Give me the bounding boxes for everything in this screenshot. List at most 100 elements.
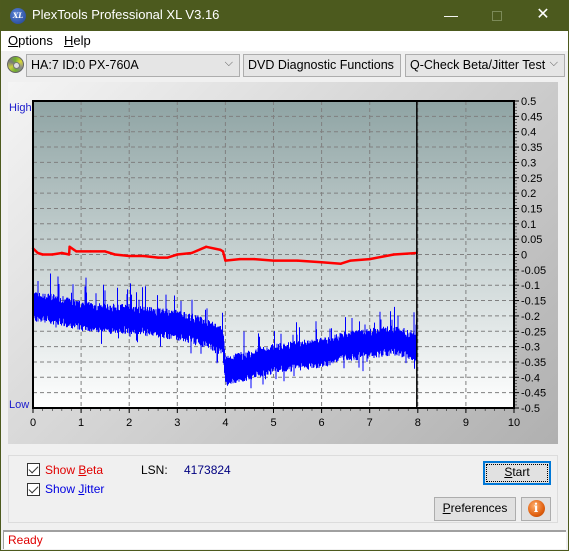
y-tick-label: -0.4 [521,372,540,384]
beta-jitter-chart: 0.5 0.45 0.4 0.35 0.3 0.25 0.2 0.15 0.1 0.05 0 -0.0… [9,96,546,429]
beta-point [113,253,116,256]
x-tick-label: 10 [508,417,520,429]
x-tick-label: 7 [367,417,373,429]
x-tick-label: 5 [270,417,276,429]
menu-options-mnemonic: O [8,33,19,48]
drive-select-value: HA:7 ID:0 PX-760A [31,58,139,72]
show-jitter-label[interactable]: Show Jitter [45,482,104,496]
y-tick-label: 0.1 [521,219,536,231]
toolbar: HA:7 ID:0 PX-760A ⌵ DVD Diagnostic Funct… [1,51,568,80]
beta-point [392,253,395,256]
y-axis: 0.5 0.45 0.4 0.35 0.3 0.25 0.2 0.15 0.1 0.05 0 -0.0… [514,96,546,415]
chart-panel: 0.5 0.45 0.4 0.35 0.3 0.25 0.2 0.15 0.1 0.05 0 -0.0… [8,82,558,444]
x-tick-label: 1 [78,417,84,429]
menu-options[interactable]: Options [8,33,53,48]
maximize-button[interactable] [474,0,520,31]
preferences-mnemonic: P [442,501,451,515]
test-select-value: Q-Check Beta/Jitter Test [410,58,546,72]
y-tick-label: 0.45 [521,111,542,123]
menu-options-label: ptions [18,33,53,48]
close-icon: ✕ [536,6,550,23]
beta-point [51,253,54,256]
lsn-value: 4173824 [184,463,231,477]
beta-point [41,253,44,256]
beta-point [166,256,169,259]
y-tick-label: -0.1 [521,280,540,292]
y-tick-label: -0.45 [521,388,546,400]
chevron-down-icon: ⌵ [385,57,394,69]
app-logo-icon: XL [10,8,26,24]
y-tick-label: -0.3 [521,342,540,354]
close-button[interactable]: ✕ [520,0,566,31]
info-button[interactable]: i [521,497,551,521]
beta-point [156,256,160,259]
test-select[interactable]: Q-Check Beta/Jitter Test ⌵ [405,54,565,77]
beta-point [221,250,225,253]
y-tick-label: 0.3 [521,157,536,169]
y-tick-label: -0.2 [521,311,540,323]
y-tick-label: -0.15 [521,296,546,308]
beta-point [349,259,352,262]
x-tick-label: 9 [463,417,469,429]
x-axis: 0 1 2 3 4 5 6 7 8 9 10 [30,408,520,429]
controls-panel: Show Beta Show Jitter LSN: 4173824 Start… [8,455,558,523]
y-tick-label: 0.05 [521,234,542,246]
beta-point [219,248,222,252]
menu-help-mnemonic: H [64,33,74,48]
chevron-down-icon: ⌵ [549,57,558,69]
disc-drive-icon [7,56,24,73]
maximize-icon [492,11,502,22]
menu-help-label: elp [73,33,91,48]
show-jitter-text-rest: itter [84,482,105,496]
show-beta-label[interactable]: Show Beta [45,463,103,477]
y-tick-label: 0.4 [521,127,536,139]
beta-point [339,262,343,265]
minimize-icon: — [444,7,458,23]
y-tick-label: 0.25 [521,173,542,185]
show-beta-text: Show [45,463,79,477]
function-select[interactable]: DVD Diagnostic Functions ⌵ [243,54,401,77]
beta-point [68,245,71,249]
beta-point [320,260,323,264]
x-tick-label: 3 [174,417,180,429]
chevron-down-icon: ⌵ [224,57,233,69]
app-window: XL PlexTools Professional XL V3.16 — ✕ O… [1,0,568,550]
x-tick-label: 2 [126,417,132,429]
axis-label-low: Low [9,399,29,411]
beta-point [103,250,107,253]
beta-point [224,259,227,262]
preferences-button[interactable]: Preferences [434,497,516,521]
show-jitter-checkbox[interactable] [27,483,40,496]
y-tick-label: -0.35 [521,357,546,369]
beta-point [75,250,78,253]
x-tick-label: 8 [415,417,421,429]
y-tick-label: 0 [521,250,527,262]
y-tick-label: 0.35 [521,142,542,154]
drive-select[interactable]: HA:7 ID:0 PX-760A ⌵ [26,54,240,77]
y-tick-label: -0.25 [521,326,546,338]
info-icon: i [527,500,545,517]
beta-point [60,251,64,255]
title-bar: XL PlexTools Professional XL V3.16 — ✕ [1,0,568,31]
beta-point [368,257,371,261]
x-tick-label: 0 [30,417,36,429]
y-tick-label: -0.05 [521,265,546,277]
function-select-value: DVD Diagnostic Functions [248,58,394,72]
beta-point [238,257,242,261]
beta-point [36,251,40,255]
menu-bar: Options Help [1,31,568,51]
status-bar: Ready [3,530,566,549]
beta-point [253,257,256,261]
show-beta-checkbox[interactable] [27,463,40,476]
window-title: PlexTools Professional XL V3.16 [32,7,220,22]
beta-point [142,254,145,258]
menu-help[interactable]: Help [64,33,91,48]
beta-point [67,253,71,256]
beta-point [89,250,92,253]
beta-point [176,253,179,256]
minimize-button[interactable]: — [428,0,474,31]
beta-point [204,245,208,249]
y-tick-label: 0.2 [521,188,536,200]
axis-label-high: High [9,102,32,114]
start-button[interactable]: Start [483,461,551,485]
